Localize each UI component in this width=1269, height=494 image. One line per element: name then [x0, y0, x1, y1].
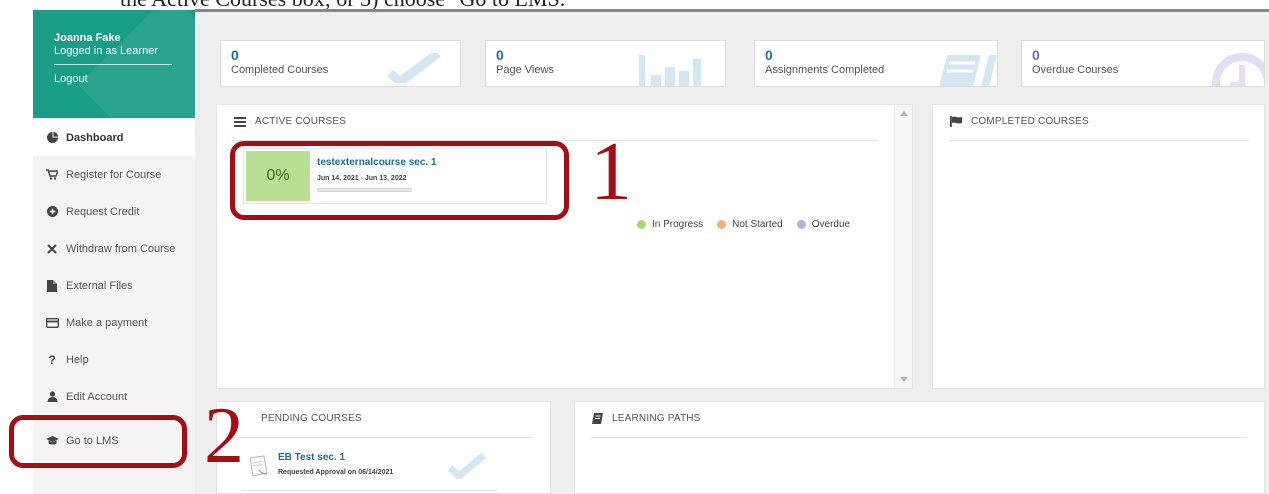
completed-courses-panel: Completed Courses: [932, 104, 1265, 389]
legend-label: In Progress: [652, 219, 704, 230]
scroll-down-arrow-icon[interactable]: [900, 377, 908, 382]
sidebar-item-help[interactable]: ? Help: [33, 341, 195, 378]
callout-box-go-to-lms: [9, 415, 187, 468]
divider: [241, 490, 497, 491]
panel-heading: Learning Paths: [592, 413, 701, 424]
flag-icon: [950, 116, 962, 127]
sidebar-item-external-files[interactable]: External Files: [33, 267, 195, 304]
legend-dot-in-progress: [637, 220, 646, 229]
divider: [233, 437, 533, 438]
divider: [949, 140, 1249, 141]
main-content: 0 Completed Courses 0 Page Views 0 Assig…: [195, 10, 1269, 494]
sidebar-item-label: Help: [66, 353, 89, 366]
check-icon: [447, 452, 487, 484]
sidebar-item-register[interactable]: Register for Course: [33, 156, 195, 193]
pending-course-item[interactable]: EB Test sec. 1 Requested Approval on 06/…: [239, 445, 489, 493]
panel-heading: Completed Courses: [950, 116, 1089, 127]
x-icon: [45, 242, 59, 256]
scroll-up-arrow-icon[interactable]: [900, 111, 908, 116]
callout-number-2: 2: [204, 392, 244, 480]
pending-course-status: Requested Approval on 06/14/2021: [278, 469, 394, 476]
completed-courses-title: Completed Courses: [971, 116, 1089, 127]
pending-courses-title: Pending Courses: [261, 413, 362, 424]
sidebar-item-label: Make a payment: [66, 316, 148, 329]
stat-assignments-completed: 0 Assignments Completed: [754, 40, 998, 87]
user-panel: Joanna Fake Logged in as Learner Logout: [33, 10, 195, 118]
legend-dot-not-started: [717, 220, 727, 229]
legend-label: Overdue: [811, 219, 851, 230]
sidebar-item-payment[interactable]: Make a payment: [33, 304, 195, 341]
sidebar-item-label: Withdraw from Course: [66, 242, 176, 255]
active-courses-scrollbar[interactable]: [894, 105, 912, 388]
legend-label: Not Started: [732, 219, 783, 230]
legend-item: Overdue: [796, 219, 851, 230]
chart-pie-icon: [45, 131, 59, 145]
sidebar-item-request-credit[interactable]: Request Credit: [33, 193, 195, 230]
plus-circle-icon: [45, 205, 59, 219]
sidebar-item-label: Request Credit: [66, 205, 140, 218]
bar-chart-icon: [637, 53, 703, 86]
legend-dot-overdue: [796, 220, 806, 229]
panel-heading: Active Courses: [234, 116, 346, 127]
sidebar-item-label: Dashboard: [66, 131, 124, 144]
user-icon: [45, 390, 59, 404]
stat-overdue-courses: 0 Overdue Courses: [1021, 40, 1265, 87]
pending-course-title-link[interactable]: EB Test sec. 1: [278, 452, 345, 463]
callout-box-active-course: [230, 141, 569, 220]
active-courses-title: Active Courses: [255, 116, 347, 127]
legend-item: In Progress: [637, 219, 703, 230]
course-status-legend: In Progress Not Started Overdue: [637, 219, 864, 230]
credit-card-icon: [45, 316, 59, 330]
pending-courses-panel: Pending Courses EB Test sec. 1 Requested…: [216, 401, 551, 494]
divider: [591, 437, 1247, 438]
check-icon: [386, 49, 442, 86]
logout-link[interactable]: Logout: [54, 73, 195, 85]
book-icon: [592, 413, 603, 424]
legend-item: Not Started: [717, 219, 783, 230]
stat-completed-courses: 0 Completed Courses: [220, 40, 461, 87]
book-icon: [939, 53, 997, 86]
file-icon: [45, 279, 59, 293]
learning-paths-panel: Learning Paths: [574, 401, 1265, 494]
user-role: Logged in as Learner: [54, 45, 158, 57]
callout-number-1: 1: [590, 125, 632, 218]
panel-heading: Pending Courses: [261, 413, 362, 424]
question-icon: ?: [48, 352, 56, 367]
top-border: [195, 9, 1269, 12]
user-divider: [54, 64, 172, 65]
sidebar-item-label: Register for Course: [66, 168, 162, 181]
sidebar-item-withdraw[interactable]: Withdraw from Course: [33, 230, 195, 267]
list-icon: [234, 116, 246, 127]
user-name: Joanna Fake: [54, 32, 121, 44]
sidebar-item-label: External Files: [66, 279, 133, 292]
learning-paths-title: Learning Paths: [612, 413, 701, 424]
cart-icon: [45, 168, 59, 182]
sidebar-item-label: Edit Account: [66, 390, 128, 403]
document-icon: [247, 455, 269, 484]
stat-page-views: 0 Page Views: [485, 40, 726, 87]
clock-icon: [1210, 51, 1264, 86]
sidebar-item-edit-account[interactable]: Edit Account: [33, 378, 195, 415]
sidebar-item-dashboard[interactable]: Dashboard: [33, 119, 195, 156]
